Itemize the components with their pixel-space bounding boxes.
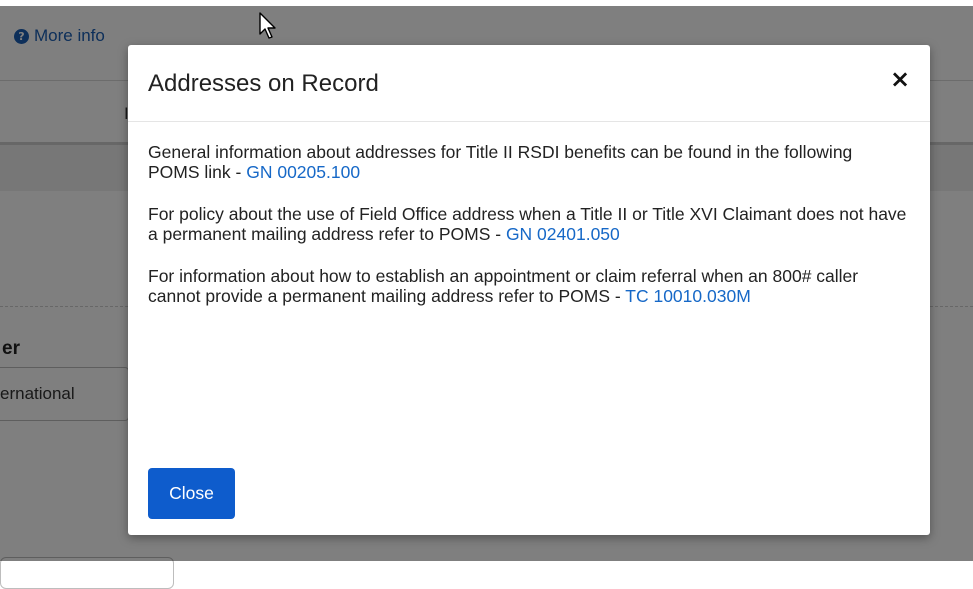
modal-title: Addresses on Record [148, 70, 379, 97]
poms-link-tc-10010[interactable]: TC 10010.030M [625, 286, 751, 306]
poms-link-gn-00205[interactable]: GN 00205.100 [246, 162, 360, 182]
paragraph-text: For information about how to establish a… [148, 266, 859, 306]
bottom-input[interactable] [0, 557, 174, 589]
poms-link-gn-02401[interactable]: GN 02401.050 [506, 224, 620, 244]
addresses-modal: Addresses on Record × General informatio… [128, 45, 930, 535]
close-button[interactable]: Close [148, 468, 235, 519]
modal-body: General information about addresses for … [148, 142, 908, 328]
top-strip [0, 0, 973, 6]
close-icon[interactable]: × [888, 67, 912, 91]
paragraph-field-office-policy: For policy about the use of Field Office… [148, 204, 908, 244]
paragraph-appointment-referral: For information about how to establish a… [148, 266, 908, 306]
mouse-cursor-icon [259, 12, 276, 39]
paragraph-general-info: General information about addresses for … [148, 142, 908, 182]
modal-header: Addresses on Record × [128, 45, 930, 122]
